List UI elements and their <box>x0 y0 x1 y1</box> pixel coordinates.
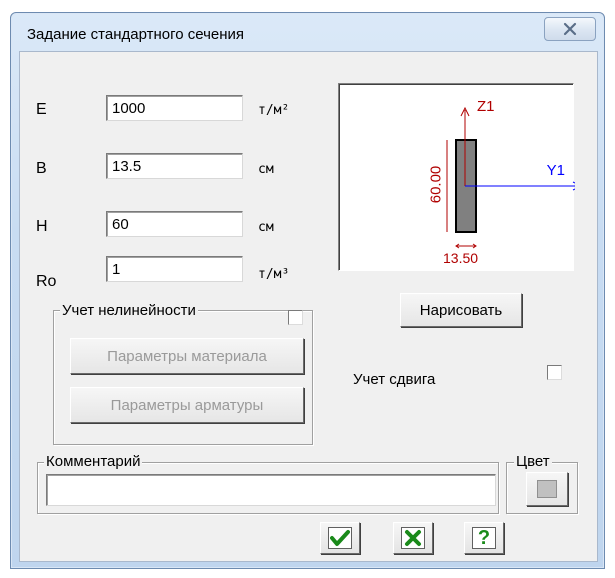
section-drawing <box>446 106 583 249</box>
help-button[interactable]: ? <box>464 522 504 554</box>
nonlinear-label: Учет нелинейности <box>60 302 198 319</box>
comment-label: Комментарий <box>44 453 143 470</box>
window-title: Задание стандартного сечения <box>27 26 245 43</box>
z-axis-label: Z1 <box>477 98 495 115</box>
close-button[interactable] <box>544 17 596 41</box>
height-dimension-label: 60.00 <box>427 165 445 204</box>
y-axis-label: Y1 <box>546 162 565 179</box>
question-icon: ? <box>472 527 496 549</box>
material-params-button[interactable]: Параметры материала <box>70 338 304 374</box>
unit-b: см <box>258 162 274 177</box>
color-label: Цвет <box>514 453 552 470</box>
dialog-client-area: E т/м² B см H см Ro т/м³ <box>19 51 598 562</box>
ok-button[interactable] <box>320 522 360 554</box>
cancel-button[interactable] <box>393 522 433 554</box>
field-label-b: B <box>36 160 47 177</box>
nonlinear-checkbox[interactable] <box>288 310 303 325</box>
color-swatch <box>537 480 557 498</box>
nonlinear-group <box>53 310 313 445</box>
checkmark-icon <box>328 527 352 549</box>
h-input[interactable] <box>106 211 243 237</box>
shear-label: Учет сдвига <box>353 371 436 388</box>
e-input[interactable] <box>106 95 243 121</box>
shear-checkbox[interactable] <box>547 365 562 380</box>
comment-input[interactable] <box>46 474 496 506</box>
field-label-e: E <box>36 101 47 118</box>
field-label-ro: Ro <box>36 273 57 290</box>
draw-button[interactable]: Нарисовать <box>400 293 522 327</box>
cross-icon <box>401 527 425 549</box>
section-preview: Z1 Y1 60.00 13.50 <box>338 83 583 271</box>
field-label-h: H <box>36 218 48 235</box>
ro-input[interactable] <box>106 256 243 282</box>
close-icon <box>563 22 577 36</box>
color-button[interactable] <box>526 472 568 506</box>
rebar-params-button[interactable]: Параметры арматуры <box>70 387 304 423</box>
title-bar[interactable]: Задание стандартного сечения <box>11 13 604 51</box>
b-input[interactable] <box>106 153 243 179</box>
dialog-window: Задание стандартного сечения E т/м² B см… <box>10 12 605 569</box>
unit-ro: т/м³ <box>258 267 290 282</box>
width-dimension-label: 13.50 <box>443 250 479 266</box>
unit-e: т/м² <box>258 103 290 118</box>
unit-h: см <box>258 220 274 235</box>
